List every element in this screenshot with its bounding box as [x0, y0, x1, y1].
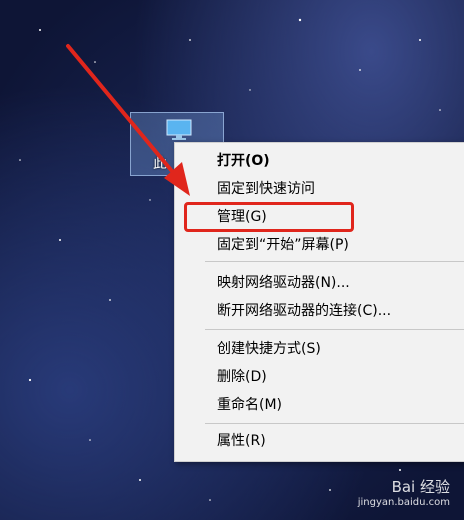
- red-arrow-annotation: [66, 44, 190, 196]
- watermark-text: Bai 经验: [391, 478, 450, 496]
- watermark-sub: jingyan.baidu.com: [357, 497, 450, 508]
- baidu-watermark: Bai 经验 jingyan.baidu.com: [358, 476, 450, 508]
